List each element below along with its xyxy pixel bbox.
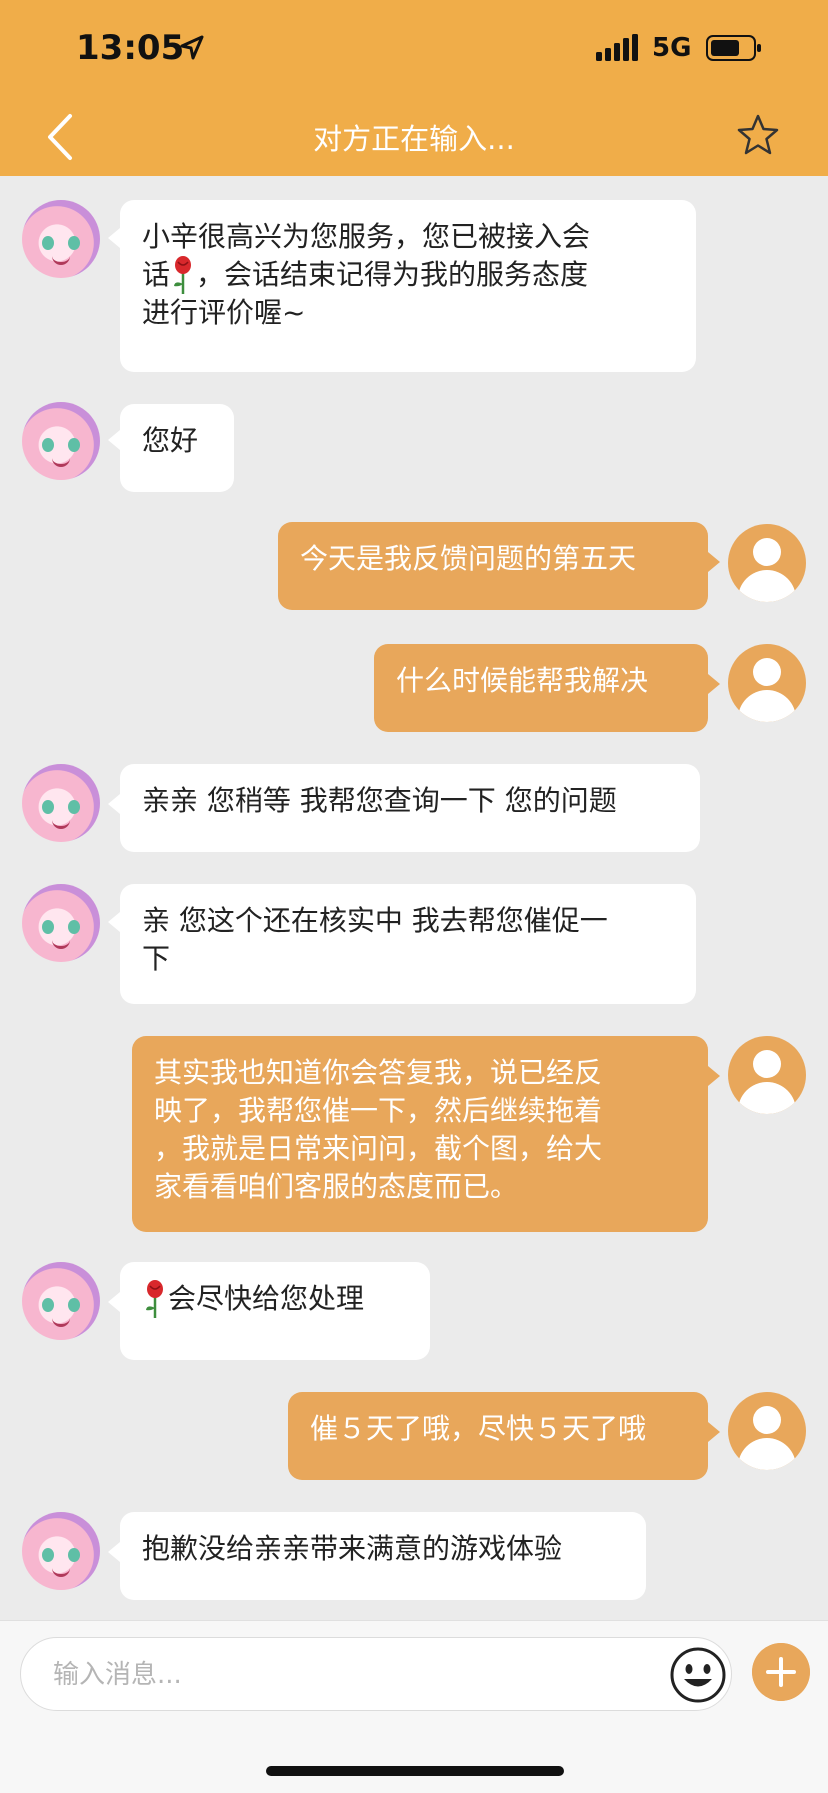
smiley-icon[interactable] — [669, 1646, 727, 1704]
home-indicator[interactable] — [266, 1766, 564, 1776]
message-input-box[interactable] — [20, 1637, 732, 1712]
status-bar: 13:05 5G — [0, 0, 828, 100]
user-avatar[interactable] — [728, 644, 806, 722]
message-bubble-agent: 小辛很高兴为您服务，您已被接入会 话，会话结束记得为我的服务态度 进行评价喔~ — [120, 200, 696, 372]
page-title: 对方正在输入... — [313, 122, 515, 156]
battery-icon — [706, 35, 761, 61]
message-bubble-agent: 会尽快给您处理 — [120, 1262, 430, 1360]
message-bubble-user: 催５天了哦，尽快５天了哦 — [288, 1392, 708, 1480]
user-avatar[interactable] — [728, 1036, 806, 1114]
network-type: 5G — [652, 33, 692, 63]
rose-icon — [174, 256, 192, 294]
status-time: 13:05 — [76, 28, 185, 68]
agent-avatar[interactable] — [22, 1262, 100, 1340]
agent-avatar[interactable] — [22, 402, 100, 480]
agent-avatar[interactable] — [22, 200, 100, 278]
user-avatar[interactable] — [728, 1392, 806, 1470]
message-bubble-user: 其实我也知道你会答复我，说已经反 映了，我帮您催一下，然后继续拖着 ，我就是日常… — [132, 1036, 708, 1232]
message-bubble-user: 今天是我反馈问题的第五天 — [278, 522, 708, 610]
agent-avatar[interactable] — [22, 884, 100, 962]
message-bubble-agent: 亲亲 您稍等 我帮您查询一下 您的问题 — [120, 764, 700, 852]
rose-icon — [146, 1280, 163, 1318]
message-input[interactable] — [51, 1638, 655, 1712]
message-bubble-agent: 抱歉没给亲亲带来满意的游戏体验 — [120, 1512, 646, 1600]
plus-icon[interactable] — [752, 1643, 810, 1701]
signal-icon — [596, 34, 638, 61]
message-bubble-agent: 您好 — [120, 404, 234, 492]
star-icon[interactable] — [734, 111, 782, 159]
user-avatar[interactable] — [728, 524, 806, 602]
message-bubble-agent: 亲 您这个还在核实中 我去帮您催促一 下 — [120, 884, 696, 1004]
agent-avatar[interactable] — [22, 1512, 100, 1590]
location-arrow-icon — [180, 35, 204, 60]
message-bubble-user: 什么时候能帮我解决 — [374, 644, 708, 732]
chat-header: 对方正在输入... — [0, 100, 828, 176]
agent-avatar[interactable] — [22, 764, 100, 842]
